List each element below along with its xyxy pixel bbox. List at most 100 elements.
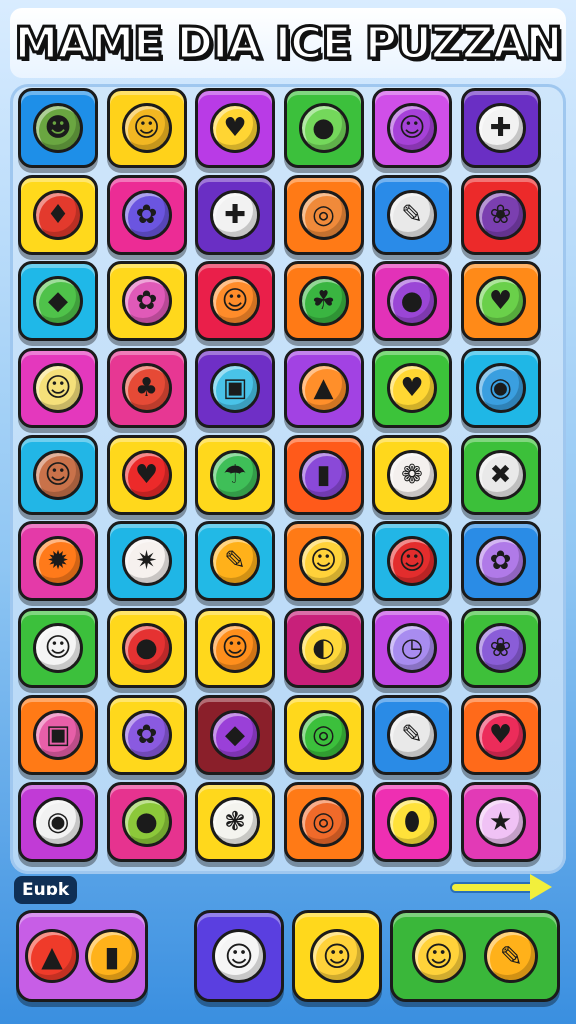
popsicle-icon: ▮	[298, 449, 349, 500]
game-tile[interactable]: ♥	[106, 434, 187, 515]
game-tile[interactable]: ▣	[195, 348, 275, 429]
game-tile[interactable]: ✚	[195, 174, 275, 255]
progress-arrow-icon	[452, 872, 562, 902]
game-tile[interactable]: ❀	[460, 608, 541, 689]
game-tile[interactable]: ●	[106, 608, 187, 689]
game-tile[interactable]: ☺	[18, 608, 98, 689]
chick-face-icon: ☺	[33, 363, 83, 414]
strawberry-icon: ♦	[33, 189, 83, 240]
game-board: ☻ ☺ ♥ ● ☺ ✚ ♦ ✿ ✚ ◎ ✎ ❀ ◆ ✿ ☺ ☘ ● ♥ ☺ ♣ ▣ ▲ ♥ ◉ ☺ ♥ ☂ ▮ ❁ ✖ ✹ ✷ ✎ ☺ ☺ ✿ ☺ ● ☺ ◐…	[10, 84, 566, 874]
plum-icon: ●	[387, 276, 437, 327]
strawberry-icon: ♣	[121, 363, 172, 414]
pinwheel-icon: ✷	[121, 536, 172, 587]
star-icon: ★	[475, 796, 526, 847]
game-tile[interactable]: ☻	[18, 88, 98, 168]
paint-roller-icon: ✎	[387, 189, 437, 240]
game-tile[interactable]: ▣	[18, 694, 98, 775]
game-tile[interactable]: ◐	[283, 608, 364, 689]
game-title: MAME DIA ICE PUZZAN	[13, 16, 564, 70]
game-tile[interactable]: ◉	[460, 348, 541, 429]
bottle-icon: ▮	[85, 929, 139, 983]
game-tile[interactable]: ✖	[460, 434, 541, 515]
game-tile[interactable]: ☺	[195, 261, 275, 342]
apple-icon: ♥	[475, 709, 526, 760]
lime-icon: ●	[298, 103, 349, 153]
game-tile[interactable]: ◷	[372, 608, 452, 689]
face-icon: ☺	[411, 929, 466, 983]
lime-swirl-icon: ◎	[298, 709, 349, 760]
game-tile[interactable]: ◉	[18, 781, 98, 862]
game-tile[interactable]: ♥	[195, 88, 275, 168]
turtle-icon: ☻	[33, 103, 83, 153]
game-tile[interactable]: ◎	[283, 174, 364, 255]
fox-face-icon: ☺	[310, 929, 364, 983]
pear-icon: ●	[121, 796, 172, 847]
game-tile[interactable]: ✎	[372, 174, 452, 255]
game-tile[interactable]: ⬮	[372, 781, 452, 862]
kite-icon: ◆	[210, 709, 260, 760]
game-tile[interactable]: ✎	[195, 521, 275, 602]
game-tile[interactable]: ☺	[372, 521, 452, 602]
game-tile[interactable]: ●	[283, 88, 364, 168]
game-tile[interactable]: ☺	[18, 348, 98, 429]
blob-icon: ✿	[475, 536, 526, 587]
apple-face-icon: ☺	[387, 536, 437, 587]
game-tile[interactable]: ☺	[283, 521, 364, 602]
acorn-icon: ☺	[33, 449, 83, 500]
game-tile[interactable]: ✹	[18, 521, 98, 602]
lime-icon: ♥	[475, 276, 526, 327]
fox-button[interactable]: ☺	[292, 910, 382, 1002]
game-tile[interactable]: ♥	[460, 694, 541, 775]
game-tile[interactable]: ✿	[460, 521, 541, 602]
game-tile[interactable]: ◆	[195, 694, 275, 775]
apple-icon: ●	[121, 623, 172, 674]
pickle-icon: ⬮	[387, 796, 437, 847]
game-tile[interactable]: ☺	[195, 608, 275, 689]
game-tile[interactable]: ☺	[372, 88, 452, 168]
berries-icon: ✿	[121, 189, 172, 240]
cone-icon: ▲	[25, 929, 79, 983]
clock-icon: ◷	[387, 623, 437, 674]
game-tile[interactable]: ♦	[18, 174, 98, 255]
game-tile[interactable]: ◎	[283, 694, 364, 775]
flower-icon: ✿	[121, 709, 172, 760]
tools-button[interactable]: ▲ ▮	[16, 910, 148, 1002]
rice-ball-icon: ❃	[210, 796, 260, 847]
game-tile[interactable]: ◎	[283, 781, 364, 862]
taco-icon: ◐	[298, 623, 349, 674]
game-tile[interactable]: ☺	[18, 434, 98, 515]
game-tile[interactable]: ★	[460, 781, 541, 862]
game-tile[interactable]: ♥	[372, 348, 452, 429]
game-tile[interactable]: ☘	[283, 261, 364, 342]
sun-face-icon: ☺	[121, 103, 172, 153]
radio-icon: ▣	[33, 709, 83, 760]
game-tile[interactable]: ●	[372, 261, 452, 342]
flower-icon: ✿	[121, 276, 172, 327]
pencil-icon: ✎	[210, 536, 260, 587]
game-tile[interactable]: ❃	[195, 781, 275, 862]
game-tile[interactable]: ✚	[460, 88, 541, 168]
game-tile[interactable]: ♣	[106, 348, 187, 429]
title-bar: MAME DIA ICE PUZZAN	[10, 8, 566, 78]
game-tile[interactable]: ☂	[195, 434, 275, 515]
pineapple-icon: ✹	[33, 536, 83, 587]
game-tile[interactable]: ✿	[106, 261, 187, 342]
game-tile[interactable]: ✎	[372, 694, 452, 775]
game-tile[interactable]: ◆	[18, 261, 98, 342]
umbrella-icon: ☂	[210, 449, 260, 500]
heart-icon: ♥	[210, 103, 260, 153]
game-tile[interactable]: ●	[106, 781, 187, 862]
gamepad-icon: ✚	[210, 189, 260, 240]
game-tile[interactable]: ✷	[106, 521, 187, 602]
game-tile[interactable]: ▮	[283, 434, 364, 515]
cat-button[interactable]: ☺	[194, 910, 284, 1002]
game-tile[interactable]: ♥	[460, 261, 541, 342]
game-tile[interactable]: ❀	[460, 174, 541, 255]
game-tile[interactable]: ☺	[106, 88, 187, 168]
game-tile[interactable]: ✿	[106, 694, 187, 775]
game-tile[interactable]: ❁	[372, 434, 452, 515]
game-tile[interactable]: ▲	[283, 348, 364, 429]
plum-icon: ☺	[387, 103, 437, 153]
game-tile[interactable]: ✿	[106, 174, 187, 255]
pencil-button[interactable]: ☺ ✎	[390, 910, 560, 1002]
